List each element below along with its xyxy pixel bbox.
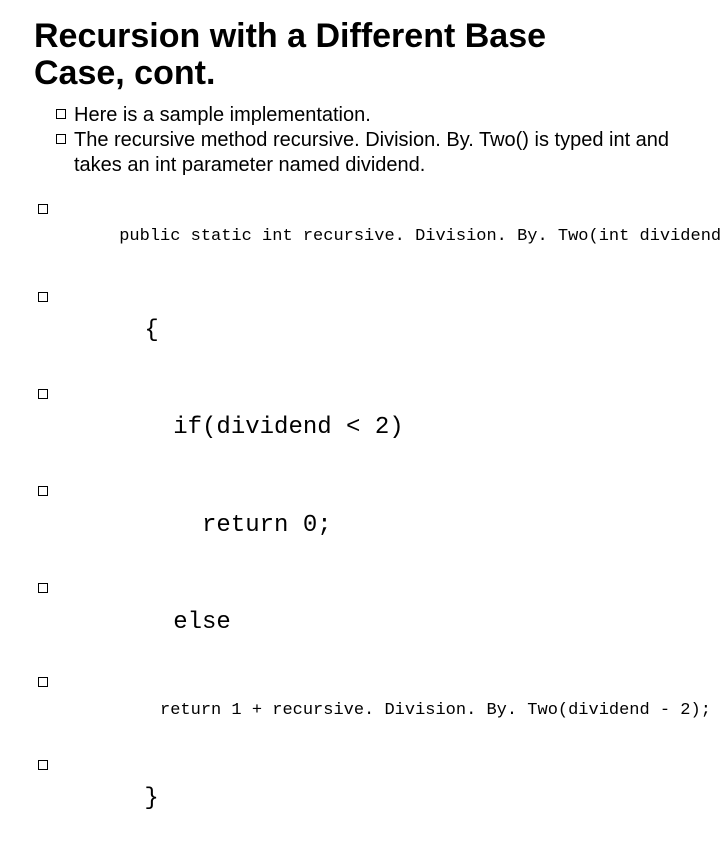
title-line-1: Recursion with a Different Base <box>34 18 546 55</box>
square-bullet-icon <box>38 204 48 214</box>
square-bullet-icon <box>38 760 48 770</box>
code-text: } <box>144 785 158 812</box>
bullet-2-lead: The <box>74 129 108 151</box>
code-text: if(dividend < 2) <box>144 414 403 441</box>
code-text: return 1 + recursive. Division. By. Two(… <box>119 701 711 720</box>
code-block: public static int recursive. Division. B… <box>34 198 690 848</box>
square-bullet-icon <box>38 486 48 496</box>
code-line-7: } <box>34 751 690 848</box>
code-line-5: else <box>34 574 690 671</box>
square-bullet-icon <box>38 389 48 399</box>
title-line-2: Case, cont. <box>34 55 215 92</box>
square-bullet-icon <box>56 134 66 144</box>
code-line-3: if(dividend < 2) <box>34 380 690 477</box>
bullet-1-rest: is a sample implementation. <box>117 104 370 126</box>
bullet-1-lead: Here <box>74 104 117 126</box>
code-line-6: return 1 + recursive. Division. By. Two(… <box>34 672 690 751</box>
bullet-1: Here is a sample implementation. <box>56 103 690 128</box>
code-line-2: { <box>34 283 690 380</box>
code-line-1: public static int recursive. Division. B… <box>34 198 690 277</box>
code-text: return 0; <box>144 512 331 539</box>
square-bullet-icon <box>38 292 48 302</box>
code-text: { <box>144 317 158 344</box>
body-text: Here is a sample implementation. The rec… <box>34 103 690 178</box>
slide: Recursion with a Different Base Case, co… <box>0 0 720 540</box>
bullet-2-rest: recursive method recursive. Division. By… <box>74 129 669 176</box>
code-line-4: return 0; <box>34 477 690 574</box>
bullet-2: The recursive method recursive. Division… <box>56 128 690 178</box>
slide-title: Recursion with a Different Base Case, co… <box>34 18 690 93</box>
code-text: public static int recursive. Division. B… <box>119 227 720 246</box>
square-bullet-icon <box>38 583 48 593</box>
square-bullet-icon <box>38 677 48 687</box>
square-bullet-icon <box>56 109 66 119</box>
code-text: else <box>144 609 230 636</box>
